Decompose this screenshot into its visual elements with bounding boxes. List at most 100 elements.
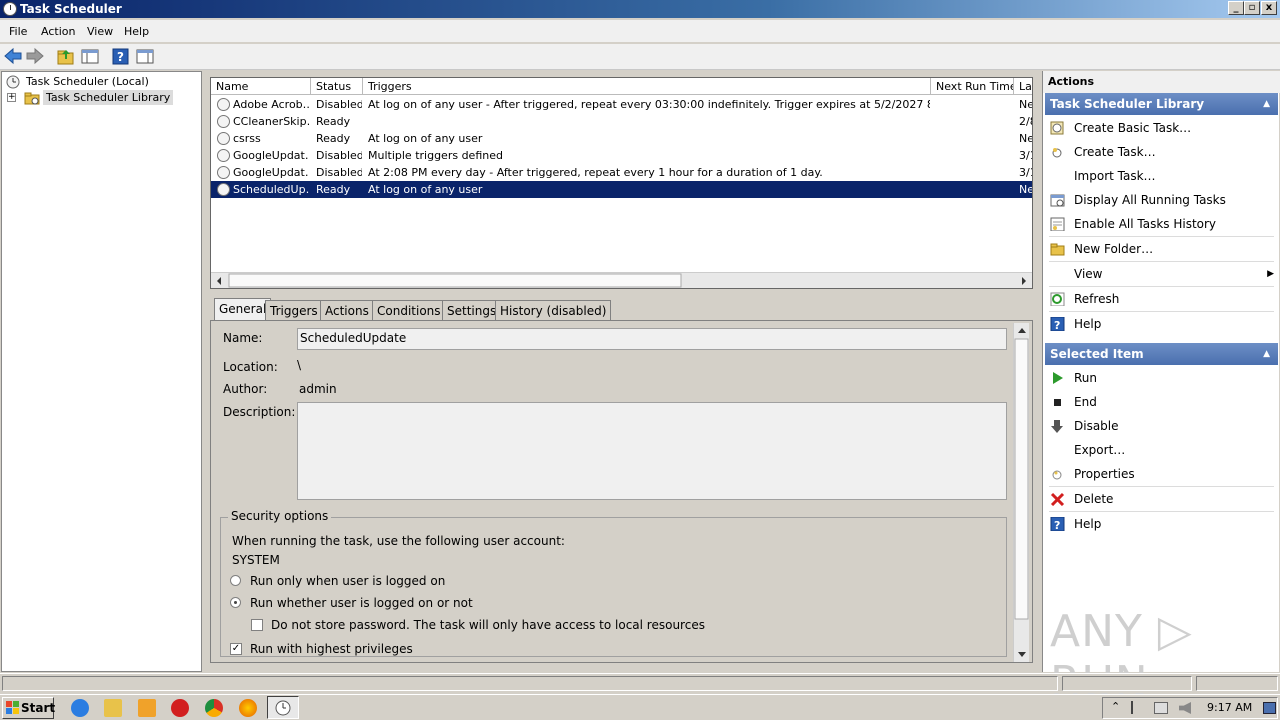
svg-text:?: ?: [1054, 519, 1060, 531]
actions-pane: Actions Task Scheduler Library ▲ Create …: [1042, 71, 1280, 672]
table-row-selected[interactable]: ScheduledUp… Ready At log on of any user…: [211, 181, 1032, 198]
security-options-title: Security options: [228, 509, 332, 523]
task-name: GoogleUpdat…: [233, 149, 309, 162]
close-button[interactable]: x: [1261, 1, 1277, 15]
action-label: Run: [1074, 371, 1098, 385]
run-highest-privileges-checkbox[interactable]: ✓: [230, 643, 242, 655]
radio-run-only-logged-on[interactable]: [230, 575, 241, 586]
action-create-basic-task[interactable]: Create Basic Task…: [1045, 116, 1278, 140]
table-row[interactable]: Adobe Acrob… Disabled At log on of any u…: [211, 96, 1032, 113]
radio-run-whether-logged-on[interactable]: [230, 597, 241, 608]
show-hide-action-pane-icon[interactable]: [135, 47, 155, 66]
description-field[interactable]: [297, 402, 1007, 500]
action-end[interactable]: End: [1045, 390, 1278, 414]
section-task-scheduler-library[interactable]: Task Scheduler Library ▲: [1045, 93, 1278, 115]
action-run[interactable]: Run: [1045, 366, 1278, 390]
action-refresh[interactable]: Refresh: [1045, 287, 1278, 311]
action-display-running-tasks[interactable]: Display All Running Tasks: [1045, 188, 1278, 212]
show-hide-console-tree-icon[interactable]: [80, 47, 100, 66]
flag-icon[interactable]: [1131, 701, 1144, 714]
column-header-status[interactable]: Status: [311, 78, 363, 95]
forward-arrow-icon[interactable]: [25, 47, 45, 66]
user-account-text: When running the task, use the following…: [232, 534, 565, 548]
table-row[interactable]: GoogleUpdat… Disabled Multiple triggers …: [211, 147, 1032, 164]
menu-action[interactable]: Action: [41, 25, 75, 38]
status-bar: [0, 673, 1280, 693]
do-not-store-password-checkbox[interactable]: [251, 619, 263, 631]
column-header-name[interactable]: Name: [211, 78, 311, 95]
action-properties[interactable]: Properties: [1045, 462, 1278, 486]
task-name: csrss: [233, 132, 261, 145]
action-label: Import Task…: [1074, 169, 1156, 183]
opera-icon[interactable]: [171, 699, 189, 717]
action-help-selected[interactable]: ? Help: [1045, 512, 1278, 536]
task-status: Disabled: [316, 166, 362, 179]
task-scheduler-taskbar-button[interactable]: [267, 696, 299, 719]
windows-logo-icon: [6, 701, 19, 714]
table-row[interactable]: GoogleUpdat… Disabled At 2:08 PM every d…: [211, 164, 1032, 181]
back-arrow-icon[interactable]: [3, 47, 23, 66]
collapse-arrow-icon[interactable]: ▲: [1263, 93, 1270, 115]
tab-triggers[interactable]: Triggers: [265, 300, 323, 320]
task-icon: [217, 132, 230, 145]
menu-view[interactable]: View: [87, 25, 113, 38]
section-selected-item[interactable]: Selected Item ▲: [1045, 343, 1278, 365]
task-icon: [217, 183, 230, 196]
action-label: Create Basic Task…: [1074, 121, 1192, 135]
start-button[interactable]: Start: [2, 697, 55, 719]
submenu-arrow-icon: ▶: [1267, 269, 1274, 279]
expand-toggle[interactable]: +: [7, 93, 16, 102]
table-row[interactable]: CCleanerSkip… Ready 2/8: [211, 113, 1032, 130]
vertical-scrollbar[interactable]: [1013, 323, 1029, 662]
toolbar: ?: [0, 44, 1280, 70]
network-icon[interactable]: [1154, 702, 1168, 714]
tab-history[interactable]: History (disabled): [495, 300, 612, 320]
menu-help[interactable]: Help: [124, 25, 149, 38]
action-export[interactable]: Export…: [1045, 438, 1278, 462]
task-properties-panel: Name: ScheduledUpdate Location: \ Author…: [210, 320, 1033, 663]
media-player-icon[interactable]: [138, 699, 156, 717]
action-enable-tasks-history[interactable]: Enable All Tasks History: [1045, 212, 1278, 236]
horizontal-scrollbar[interactable]: [211, 272, 1032, 288]
action-label: Display All Running Tasks: [1074, 193, 1226, 207]
task-triggers: At log on of any user: [368, 132, 483, 145]
task-icon: [217, 166, 230, 179]
table-row[interactable]: csrss Ready At log on of any user Ne: [211, 130, 1032, 147]
show-hidden-icons-icon[interactable]: ⌃: [1111, 700, 1120, 713]
up-folder-icon[interactable]: [56, 47, 76, 66]
column-header-last-run[interactable]: Las: [1014, 78, 1032, 95]
show-desktop-icon[interactable]: [1263, 702, 1276, 714]
collapse-arrow-icon[interactable]: ▲: [1263, 343, 1270, 365]
action-delete[interactable]: Delete: [1045, 487, 1278, 511]
location-label: Location:: [223, 360, 278, 374]
tab-conditions[interactable]: Conditions: [372, 300, 446, 320]
description-label: Description:: [223, 405, 296, 419]
column-header-triggers[interactable]: Triggers: [363, 78, 931, 95]
tab-settings[interactable]: Settings: [442, 300, 502, 320]
help-icon[interactable]: ?: [111, 47, 131, 66]
volume-icon[interactable]: [1179, 702, 1191, 714]
minimize-button[interactable]: _: [1228, 1, 1244, 15]
internet-explorer-icon[interactable]: [71, 699, 89, 717]
action-label: View: [1074, 267, 1103, 281]
tab-general[interactable]: General: [214, 298, 272, 321]
action-disable[interactable]: Disable: [1045, 414, 1278, 438]
file-explorer-icon[interactable]: [104, 699, 122, 717]
column-header-next-run-time[interactable]: Next Run Time: [931, 78, 1014, 95]
action-help[interactable]: ? Help: [1045, 312, 1278, 336]
tab-actions[interactable]: Actions: [320, 300, 374, 320]
name-field[interactable]: ScheduledUpdate: [297, 328, 1007, 350]
action-new-folder[interactable]: New Folder…: [1045, 237, 1278, 261]
firefox-icon[interactable]: [239, 699, 257, 717]
task-list: Name Status Triggers Next Run Time Las A…: [210, 77, 1033, 289]
window-title: Task Scheduler: [20, 2, 122, 16]
clock-time[interactable]: 9:17 AM: [1207, 701, 1252, 714]
help-icon: ?: [1050, 317, 1065, 331]
restore-button[interactable]: ▫: [1244, 1, 1260, 15]
menu-file[interactable]: File: [9, 25, 27, 38]
chrome-icon[interactable]: [205, 699, 223, 717]
folder-clock-icon: [24, 92, 40, 105]
action-view[interactable]: View ▶: [1045, 262, 1278, 286]
action-create-task[interactable]: Create Task…: [1045, 140, 1278, 164]
action-import-task[interactable]: Import Task…: [1045, 164, 1278, 188]
